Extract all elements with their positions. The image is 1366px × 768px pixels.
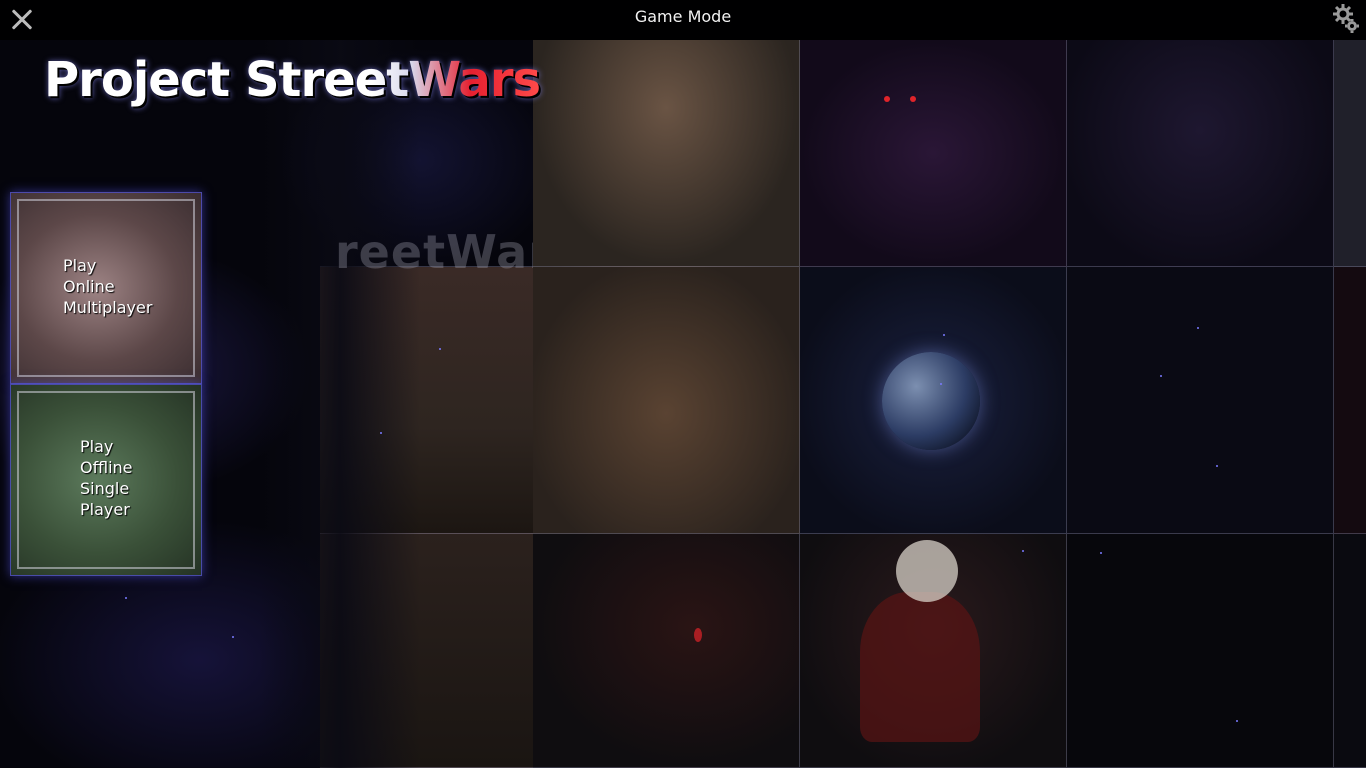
watermark-text: reetWar xyxy=(335,225,533,279)
label-line: Play xyxy=(63,256,97,275)
star xyxy=(380,432,382,434)
red-eye-image xyxy=(884,96,890,102)
curtain-shadow xyxy=(260,40,420,768)
label-line: Multiplayer xyxy=(63,298,153,317)
play-online-multiplayer-button[interactable]: Play Online Multiplayer xyxy=(10,192,202,384)
label-line: Play xyxy=(80,437,114,456)
button-label: Play Online Multiplayer xyxy=(63,255,152,318)
button-label: Play Offline Single Player xyxy=(80,436,133,520)
star xyxy=(232,636,234,638)
star xyxy=(943,334,945,336)
label-line: Player xyxy=(80,500,130,519)
play-offline-single-player-button[interactable]: Play Offline Single Player xyxy=(10,384,202,576)
background-tile xyxy=(1334,534,1366,768)
label-line: Single xyxy=(80,479,130,498)
star xyxy=(940,383,942,385)
star xyxy=(1216,465,1218,467)
red-glow-image xyxy=(694,628,702,642)
gear-icon[interactable] xyxy=(1332,3,1360,35)
label-line: Online xyxy=(63,277,115,296)
star xyxy=(1100,552,1102,554)
planet-image xyxy=(882,352,980,450)
star xyxy=(1022,550,1024,552)
background-tile xyxy=(800,40,1067,267)
background-tile xyxy=(1334,40,1366,267)
clown-body-image xyxy=(860,592,980,742)
background-tile xyxy=(533,40,800,267)
background-tile xyxy=(1067,40,1334,267)
background-tile xyxy=(533,534,800,768)
background-tile xyxy=(1334,267,1366,534)
page-title: Game Mode xyxy=(634,7,732,26)
game-logo: Project StreetWars xyxy=(44,52,541,108)
red-eye-image xyxy=(910,96,916,102)
background-tile xyxy=(1067,534,1334,768)
clown-face-image xyxy=(896,540,958,602)
star xyxy=(1197,327,1199,329)
star xyxy=(1236,720,1238,722)
background-tile xyxy=(533,267,800,534)
star xyxy=(439,348,441,350)
background-tile xyxy=(1067,267,1334,534)
star xyxy=(125,597,127,599)
star xyxy=(1160,375,1162,377)
top-bar: Game Mode xyxy=(0,0,1366,40)
label-line: Offline xyxy=(80,458,133,477)
